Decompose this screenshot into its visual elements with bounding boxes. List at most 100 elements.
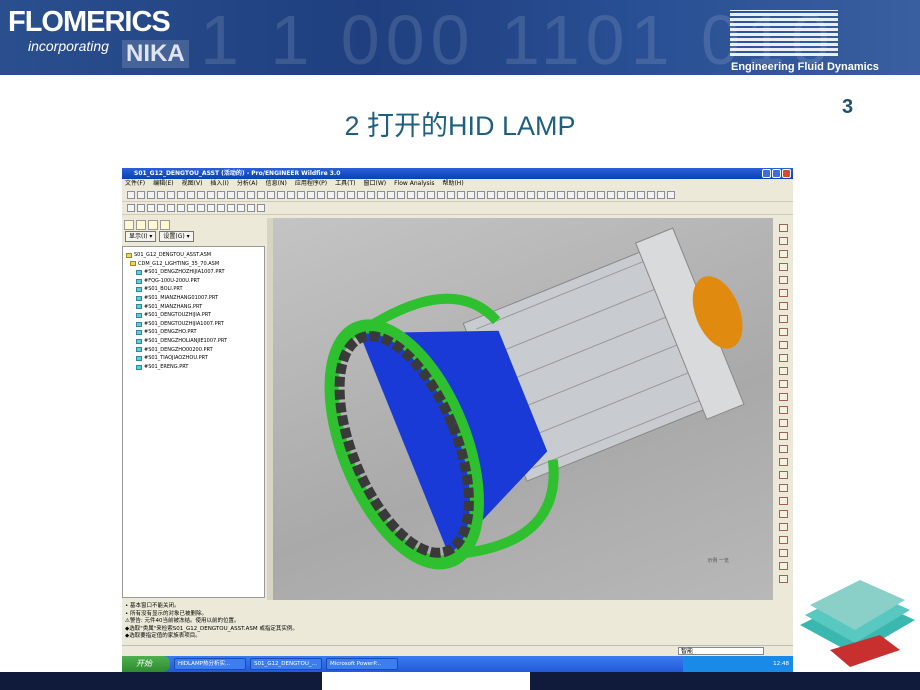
toolbar-button-icon[interactable] xyxy=(637,191,645,199)
toolbar-button-icon[interactable] xyxy=(187,204,195,212)
toolbar-button-icon[interactable] xyxy=(507,191,515,199)
tree-item[interactable]: CDM_G12_LIGHTING_35_70.ASM xyxy=(126,260,261,269)
toolbar-button-icon[interactable] xyxy=(297,191,305,199)
feature-tool-icon[interactable] xyxy=(778,471,788,479)
toolbar-button-icon[interactable] xyxy=(137,204,145,212)
toolbar-button-icon[interactable] xyxy=(127,191,135,199)
settings-button[interactable]: 设置(G) ▾ xyxy=(159,231,194,242)
toolbar-button-icon[interactable] xyxy=(397,191,405,199)
connections-tab-icon[interactable] xyxy=(160,220,170,230)
toolbar-button-icon[interactable] xyxy=(587,191,595,199)
feature-tool-icon[interactable] xyxy=(778,445,788,453)
feature-tool-icon[interactable] xyxy=(778,549,788,557)
close-button[interactable] xyxy=(782,169,791,178)
toolbar-button-icon[interactable] xyxy=(287,191,295,199)
favorites-tab-icon[interactable] xyxy=(148,220,158,230)
toolbar-button-icon[interactable] xyxy=(457,191,465,199)
tree-item[interactable]: #S01_DENGTOUZHIJIA.PRT xyxy=(126,311,261,320)
tree-item[interactable]: #S01_DENGZHO00200.PRT xyxy=(126,346,261,355)
toolbar-button-icon[interactable] xyxy=(147,204,155,212)
toolbar-button-icon[interactable] xyxy=(227,204,235,212)
toolbar-button-icon[interactable] xyxy=(607,191,615,199)
toolbar-button-icon[interactable] xyxy=(467,191,475,199)
toolbar-button-icon[interactable] xyxy=(487,191,495,199)
toolbar-button-icon[interactable] xyxy=(127,204,135,212)
tree-item[interactable]: #S01_BOLI.PRT xyxy=(126,285,261,294)
start-button[interactable]: 开始 xyxy=(122,656,170,672)
toolbar-button-icon[interactable] xyxy=(667,191,675,199)
feature-tool-icon[interactable] xyxy=(778,575,788,583)
toolbar-button-icon[interactable] xyxy=(567,191,575,199)
toolbar-button-icon[interactable] xyxy=(477,191,485,199)
toolbar-button-icon[interactable] xyxy=(617,191,625,199)
toolbar-button-icon[interactable] xyxy=(247,191,255,199)
feature-tool-icon[interactable] xyxy=(778,328,788,336)
toolbar-button-icon[interactable] xyxy=(207,204,215,212)
toolbar-button-icon[interactable] xyxy=(527,191,535,199)
feature-tool-icon[interactable] xyxy=(778,393,788,401)
toolbar-button-icon[interactable] xyxy=(577,191,585,199)
feature-tool-icon[interactable] xyxy=(778,510,788,518)
toolbar-button-icon[interactable] xyxy=(137,191,145,199)
toolbar-button-icon[interactable] xyxy=(427,191,435,199)
menu-item[interactable]: Flow Analysis xyxy=(394,179,434,189)
toolbar-button-icon[interactable] xyxy=(237,191,245,199)
feature-tool-icon[interactable] xyxy=(778,289,788,297)
toolbar-button-icon[interactable] xyxy=(237,204,245,212)
feature-tool-icon[interactable] xyxy=(778,406,788,414)
graphics-viewport[interactable]: 示例 一览 xyxy=(273,218,773,600)
menu-item[interactable]: 文件(F) xyxy=(125,179,145,189)
feature-tool-icon[interactable] xyxy=(778,497,788,505)
toolbar-button-icon[interactable] xyxy=(317,191,325,199)
toolbar-button-icon[interactable] xyxy=(557,191,565,199)
menu-item[interactable]: 信息(N) xyxy=(266,179,287,189)
toolbar-button-icon[interactable] xyxy=(207,191,215,199)
toolbar-button-icon[interactable] xyxy=(417,191,425,199)
menu-item[interactable]: 视图(V) xyxy=(182,179,203,189)
menu-item[interactable]: 分析(A) xyxy=(237,179,258,189)
menu-item[interactable]: 帮助(H) xyxy=(442,179,463,189)
toolbar-button-icon[interactable] xyxy=(247,204,255,212)
tree-item[interactable]: #S01_DENGTOUZHIJIA1007.PRT xyxy=(126,320,261,329)
feature-tool-icon[interactable] xyxy=(778,341,788,349)
menu-item[interactable]: 应用程序(P) xyxy=(295,179,327,189)
toolbar-button-icon[interactable] xyxy=(327,191,335,199)
toolbar-button-icon[interactable] xyxy=(377,191,385,199)
toolbar-button-icon[interactable] xyxy=(177,191,185,199)
toolbar-button-icon[interactable] xyxy=(217,191,225,199)
tree-item[interactable]: #S01_DENGZHOLIANJIE1007.PRT xyxy=(126,337,261,346)
toolbar-button-icon[interactable] xyxy=(267,191,275,199)
toolbar-button-icon[interactable] xyxy=(167,204,175,212)
feature-tool-icon[interactable] xyxy=(778,484,788,492)
feature-tool-icon[interactable] xyxy=(778,523,788,531)
toolbar-button-icon[interactable] xyxy=(197,191,205,199)
toolbar-button-icon[interactable] xyxy=(277,191,285,199)
tree-item[interactable]: #S01_MIANZHANG01007.PRT xyxy=(126,294,261,303)
feature-tool-icon[interactable] xyxy=(778,276,788,284)
tree-item[interactable]: #S01_ERENG.PRT xyxy=(126,363,261,372)
toolbar-button-icon[interactable] xyxy=(257,191,265,199)
toolbar-button-icon[interactable] xyxy=(217,204,225,212)
menu-item[interactable]: 工具(T) xyxy=(335,179,355,189)
tree-item[interactable]: #S01_DENGZHO.PRT xyxy=(126,328,261,337)
toolbar-button-icon[interactable] xyxy=(157,204,165,212)
tree-item[interactable]: #S01_MIANZHANG.PRT xyxy=(126,303,261,312)
toolbar-button-icon[interactable] xyxy=(547,191,555,199)
feature-tool-icon[interactable] xyxy=(778,432,788,440)
toolbar-button-icon[interactable] xyxy=(517,191,525,199)
toolbar-button-icon[interactable] xyxy=(437,191,445,199)
feature-tool-icon[interactable] xyxy=(778,250,788,258)
show-button[interactable]: 显示(I) ▾ xyxy=(125,231,157,242)
toolbar-button-icon[interactable] xyxy=(447,191,455,199)
toolbar-button-icon[interactable] xyxy=(197,204,205,212)
feature-tool-icon[interactable] xyxy=(778,263,788,271)
feature-tool-icon[interactable] xyxy=(778,237,788,245)
tree-item[interactable]: #S01_DENGZHOZHIJIA1007.PRT xyxy=(126,268,261,277)
toolbar-button-icon[interactable] xyxy=(337,191,345,199)
toolbar-button-icon[interactable] xyxy=(257,204,265,212)
feature-tool-icon[interactable] xyxy=(778,302,788,310)
feature-tool-icon[interactable] xyxy=(778,367,788,375)
toolbar-button-icon[interactable] xyxy=(167,191,175,199)
toolbar-button-icon[interactable] xyxy=(387,191,395,199)
toolbar-button-icon[interactable] xyxy=(177,204,185,212)
